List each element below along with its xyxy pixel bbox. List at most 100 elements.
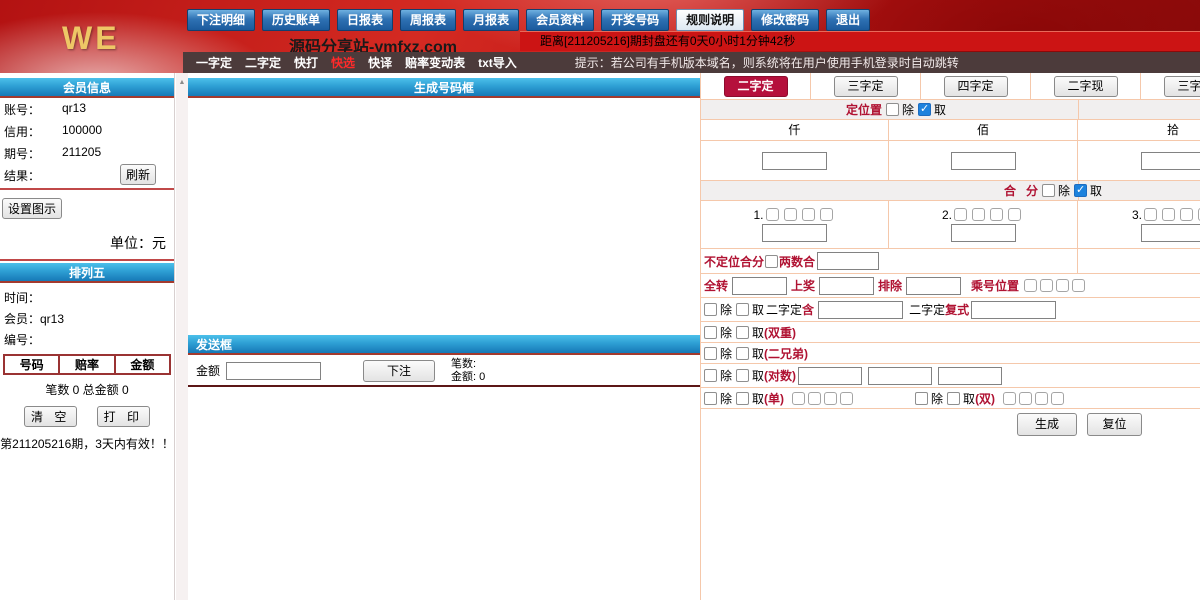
even-box-3[interactable]	[1035, 392, 1048, 405]
two-brothers-except-label: 除	[720, 345, 732, 362]
exclude-input[interactable]	[906, 277, 961, 295]
double-weight-take-label: 取	[752, 324, 764, 341]
contain-input[interactable]	[818, 301, 903, 319]
group-3-input[interactable]	[1141, 224, 1200, 242]
position-take-checkbox[interactable]	[918, 103, 931, 116]
position-except-checkbox[interactable]	[886, 103, 899, 116]
nav-member-info[interactable]: 会员资料	[526, 9, 594, 31]
subnav-one-digit[interactable]: 一字定	[196, 54, 232, 71]
issue-label: 期号：	[4, 145, 62, 162]
even-take-checkbox[interactable]	[947, 392, 960, 405]
double-weight-take-checkbox[interactable]	[736, 326, 749, 339]
nav-draw-numbers[interactable]: 开奖号码	[601, 9, 669, 31]
sum-except-checkbox[interactable]	[1042, 184, 1055, 197]
generate-button[interactable]: 生成	[1017, 413, 1077, 436]
subnav-odds-change-table[interactable]: 赔率变动表	[405, 54, 465, 71]
contain-take-checkbox[interactable]	[736, 303, 749, 316]
two-brothers-except-checkbox[interactable]	[704, 347, 717, 360]
pairs-input-2[interactable]	[868, 367, 932, 385]
group-3-box-2[interactable]	[1162, 208, 1175, 221]
subnav-quick-select[interactable]: 快选	[331, 54, 355, 71]
nav-rules[interactable]: 规则说明	[676, 9, 744, 31]
even-box-1[interactable]	[1003, 392, 1016, 405]
even-take-label: 取	[963, 390, 975, 407]
pairs-except-label: 除	[720, 367, 732, 384]
tab-three-digit-current[interactable]: 三字现	[1164, 76, 1200, 97]
odd-box-1[interactable]	[792, 392, 805, 405]
even-except-checkbox[interactable]	[915, 392, 928, 405]
group-2-box-4[interactable]	[1008, 208, 1021, 221]
pairs-take-checkbox[interactable]	[736, 369, 749, 382]
subnav-txt-import[interactable]: txt导入	[478, 54, 517, 71]
group-1-box-4[interactable]	[820, 208, 833, 221]
two-sum-checkbox[interactable]	[765, 255, 778, 268]
bet-button[interactable]: 下注	[363, 360, 435, 382]
tab-three-digit-fixed[interactable]: 三字定	[834, 76, 898, 97]
fushi-input[interactable]	[971, 301, 1056, 319]
win-input[interactable]	[819, 277, 874, 295]
sum-take-checkbox[interactable]	[1074, 184, 1087, 197]
odd-box-3[interactable]	[824, 392, 837, 405]
odd-box-2[interactable]	[808, 392, 821, 405]
nav-history-bill[interactable]: 历史账单	[262, 9, 330, 31]
multiply-box-4[interactable]	[1072, 279, 1085, 292]
two-sum-input[interactable]	[817, 252, 879, 270]
group-1-box-3[interactable]	[802, 208, 815, 221]
pairs-except-checkbox[interactable]	[704, 369, 717, 382]
odd-except-checkbox[interactable]	[704, 392, 717, 405]
subnav-quick-type[interactable]: 快打	[294, 54, 318, 71]
pairs-input-3[interactable]	[938, 367, 1002, 385]
odd-box-4[interactable]	[840, 392, 853, 405]
send-row: 金额 下注 笔数: 金额: 0	[188, 355, 700, 387]
multiply-box-3[interactable]	[1056, 279, 1069, 292]
print-button[interactable]: 打 印	[97, 406, 150, 427]
group-1-input[interactable]	[762, 224, 827, 242]
even-label: (双)	[975, 390, 995, 407]
member-info-header: 会员信息	[0, 78, 174, 98]
pairs-input-1[interactable]	[798, 367, 862, 385]
position-label: 定位置	[846, 101, 882, 118]
tens-input[interactable]	[1141, 152, 1200, 170]
contain-except-checkbox[interactable]	[704, 303, 717, 316]
clear-button[interactable]: 清 空	[24, 406, 77, 427]
even-box-2[interactable]	[1019, 392, 1032, 405]
reset-button[interactable]: 复位	[1087, 413, 1142, 436]
nav-logout[interactable]: 退出	[826, 9, 870, 31]
group-2-input[interactable]	[951, 224, 1016, 242]
nav-monthly-report[interactable]: 月报表	[463, 9, 519, 31]
thousands-input[interactable]	[762, 152, 827, 170]
multiply-box-2[interactable]	[1040, 279, 1053, 292]
multiply-box-1[interactable]	[1024, 279, 1037, 292]
group-2-box-2[interactable]	[972, 208, 985, 221]
contain-suffix: 含	[802, 301, 814, 318]
group-2-box-3[interactable]	[990, 208, 1003, 221]
group-3-box-1[interactable]	[1144, 208, 1157, 221]
tab-two-digit-fixed[interactable]: 二字定	[724, 76, 788, 97]
nav-weekly-report[interactable]: 周报表	[400, 9, 456, 31]
pairs-label: (对数)	[764, 367, 796, 384]
amount-input[interactable]	[226, 362, 321, 380]
group-1-box-2[interactable]	[784, 208, 797, 221]
even-box-4[interactable]	[1051, 392, 1064, 405]
nav-bet-detail[interactable]: 下注明细	[187, 9, 255, 31]
top-header: WE 下注明细 历史账单 日报表 周报表 月报表 会员资料 开奖号码 规则说明 …	[0, 0, 1200, 73]
subnav-two-digit[interactable]: 二字定	[245, 54, 281, 71]
group-2-box-1[interactable]	[954, 208, 967, 221]
nav-daily-report[interactable]: 日报表	[337, 9, 393, 31]
full-convert-input[interactable]	[732, 277, 787, 295]
tab-two-digit-current[interactable]: 二字现	[1054, 76, 1118, 97]
collapse-arrow-icon[interactable]: ▲	[176, 79, 188, 86]
subnav-quick-translate[interactable]: 快译	[368, 54, 392, 71]
hundreds-input[interactable]	[951, 152, 1016, 170]
group-1-box-1[interactable]	[766, 208, 779, 221]
refresh-button[interactable]: 刷新	[120, 164, 156, 185]
odd-take-checkbox[interactable]	[736, 392, 749, 405]
tab-four-digit-fixed[interactable]: 四字定	[944, 76, 1008, 97]
nav-change-password[interactable]: 修改密码	[751, 9, 819, 31]
group-3-box-3[interactable]	[1180, 208, 1193, 221]
issue-row: 期号： 211205	[0, 142, 174, 164]
two-brothers-take-checkbox[interactable]	[736, 347, 749, 360]
generated-numbers-area[interactable]	[188, 98, 700, 335]
double-weight-except-checkbox[interactable]	[704, 326, 717, 339]
set-icon-button[interactable]: 设置图示	[2, 198, 62, 219]
